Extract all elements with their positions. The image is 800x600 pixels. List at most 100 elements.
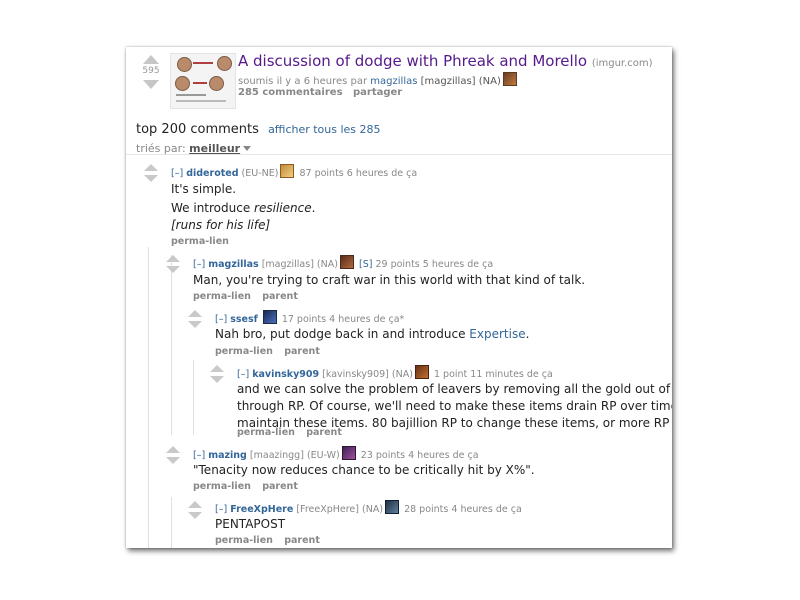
downvote-icon[interactable]: [143, 80, 159, 89]
comments-link[interactable]: 285 commentaires: [238, 87, 343, 98]
upvote-icon[interactable]: [144, 164, 158, 171]
permalink-link[interactable]: perma-lien: [215, 346, 273, 357]
comment-link[interactable]: Expertise: [469, 327, 525, 341]
thumb-text-line: [193, 62, 213, 64]
downvote-icon[interactable]: [210, 376, 224, 383]
collapse-toggle[interactable]: [–]: [215, 504, 227, 515]
comment-text: Nah bro, put dodge back in and introduce: [215, 327, 470, 341]
downvote-icon[interactable]: [188, 321, 202, 328]
comment-tagline: [–] magzillas [magzillas] (NA) [S] 29 po…: [193, 255, 493, 270]
comment-vote: [208, 365, 226, 383]
downvote-icon[interactable]: [166, 457, 180, 464]
post-author-flair: [magzillas] (NA): [420, 76, 501, 87]
flair-avatar-icon: [339, 255, 354, 269]
upvote-icon[interactable]: [166, 255, 180, 262]
comment-buttons: perma-lien parent: [215, 535, 328, 546]
comment-text: We introduce: [171, 201, 255, 215]
comment-vote: [142, 164, 160, 182]
comment-author[interactable]: FreeXpHere: [230, 504, 293, 515]
permalink-link[interactable]: perma-lien: [215, 535, 273, 546]
collapse-toggle[interactable]: [–]: [237, 369, 249, 380]
parent-link[interactable]: parent: [284, 346, 320, 357]
collapse-toggle[interactable]: [–]: [171, 168, 183, 179]
comment-author[interactable]: dideroted: [186, 168, 238, 179]
dropdown-caret-icon[interactable]: [243, 146, 252, 151]
comment-points: 29 points: [375, 259, 420, 270]
permalink-link[interactable]: perma-lien: [237, 427, 295, 438]
comment-points: 17 points: [281, 314, 327, 325]
comment-text: .: [311, 201, 316, 215]
comment-body-line: It's simple.: [171, 182, 237, 196]
upvote-icon[interactable]: [166, 446, 180, 453]
comments-title: top 200 comments: [136, 122, 259, 137]
comment-time: 5 heures de ça: [422, 259, 494, 270]
post-author[interactable]: magzillas: [370, 76, 417, 87]
downvote-icon[interactable]: [188, 512, 202, 519]
post-buttons: 285 commentaires partager: [238, 87, 402, 98]
comment-points: 28 points: [404, 504, 449, 515]
divider: [126, 154, 672, 155]
post-vote: 595: [140, 55, 162, 89]
comment-time: 6 heures de ça: [346, 168, 418, 179]
comment-vote: [164, 255, 182, 273]
comment-author[interactable]: ssesf: [230, 314, 258, 325]
collapse-toggle[interactable]: [–]: [193, 259, 205, 270]
comment-vote: [186, 501, 204, 519]
comment-body-line: We introduce resilience.: [171, 201, 315, 215]
comment-time: 4 heures de ça*: [329, 314, 405, 325]
upvote-icon[interactable]: [188, 501, 202, 508]
face-icon: [209, 76, 224, 91]
show-all-link[interactable]: afficher tous les 285: [268, 123, 380, 136]
comment-time: 4 heures de ça: [451, 504, 522, 515]
comment-vote: [186, 310, 204, 328]
thumb-text-line: [176, 100, 226, 102]
upvote-icon[interactable]: [188, 310, 202, 317]
submitter-tag[interactable]: [S]: [359, 259, 372, 270]
comments-header: top 200 comments afficher tous les 285: [136, 122, 381, 137]
upvote-icon[interactable]: [210, 365, 224, 372]
downvote-icon[interactable]: [166, 266, 180, 273]
comment-flair: [maazingg] (EU-W): [249, 450, 340, 461]
face-icon: [217, 56, 232, 71]
comment-tagline: [–] FreeXpHere [FreeXpHere] (NA) 28 poin…: [215, 500, 522, 515]
reddit-thread-screenshot: 595 A discussion of dodge with Phreak an…: [126, 47, 672, 548]
post-tagline: soumis il y a 6 heures par magzillas [ma…: [238, 72, 517, 87]
post-domain[interactable]: (imgur.com): [592, 58, 653, 69]
comment-author[interactable]: kavinsky909: [252, 369, 319, 380]
parent-link[interactable]: parent: [262, 481, 298, 492]
thread-line: [171, 255, 172, 435]
comment-vote: [164, 446, 182, 464]
comment-author[interactable]: magzillas: [208, 259, 258, 270]
post-thumbnail[interactable]: [170, 53, 236, 109]
flair-avatar-icon: [262, 310, 277, 324]
comment-tagline: [–] ssesf 17 points 4 heures de ça*: [215, 310, 404, 325]
comment-body-line: Man, you're trying to craft war in this …: [193, 273, 586, 287]
thread-line: [148, 247, 149, 548]
submitted-prefix: soumis il y a 6 heures par: [238, 76, 368, 87]
comment-points: 87 points: [299, 168, 344, 179]
collapse-toggle[interactable]: [–]: [215, 314, 227, 325]
comment-author[interactable]: mazing: [208, 450, 247, 461]
comment-flair: (EU-NE): [241, 168, 279, 179]
permalink-link[interactable]: perma-lien: [171, 236, 229, 247]
flair-avatar-icon: [280, 164, 295, 178]
parent-link[interactable]: parent: [284, 535, 320, 546]
permalink-link[interactable]: perma-lien: [193, 481, 251, 492]
comment-time: 11 minutes de ça: [470, 369, 553, 380]
permalink-link[interactable]: perma-lien: [193, 291, 251, 302]
thumb-text-line: [193, 82, 207, 84]
flair-avatar-icon: [502, 72, 517, 86]
downvote-icon[interactable]: [144, 175, 158, 182]
share-link[interactable]: partager: [353, 87, 402, 98]
parent-link[interactable]: parent: [306, 427, 342, 438]
upvote-icon[interactable]: [143, 55, 159, 64]
comment-buttons: perma-lien: [171, 236, 237, 247]
face-icon: [175, 76, 190, 91]
comment-buttons: perma-lien parent: [193, 291, 306, 302]
comment-time: 4 heures de ça: [408, 450, 479, 461]
collapse-toggle[interactable]: [–]: [193, 450, 205, 461]
post-title-link[interactable]: A discussion of dodge with Phreak and Mo…: [238, 52, 587, 70]
parent-link[interactable]: parent: [262, 291, 298, 302]
comment-text: .: [525, 327, 530, 341]
flair-avatar-icon: [385, 500, 400, 514]
